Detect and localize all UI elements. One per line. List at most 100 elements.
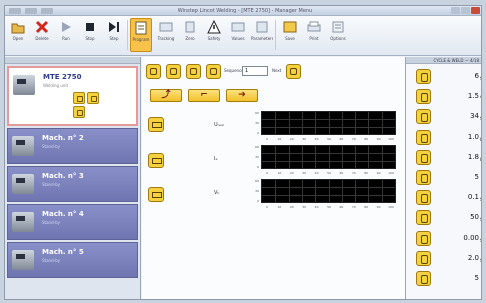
tool-button-4[interactable] [206, 64, 221, 79]
sequence-field[interactable]: 1 [242, 66, 268, 76]
parameter-icon[interactable] [416, 129, 431, 145]
plot-1-option-button[interactable] [148, 117, 164, 132]
plot-gridline [301, 180, 303, 202]
y-tick: 30 [255, 121, 259, 125]
next-sequence-button[interactable] [286, 64, 301, 79]
x-tick: 20 [289, 205, 294, 209]
close-button[interactable] [471, 7, 480, 14]
parameter-icon[interactable] [416, 230, 431, 246]
ribbon-label: Values [231, 36, 245, 41]
ribbon-tracking-button[interactable]: Tracking [155, 18, 177, 52]
parameter-icon[interactable] [416, 170, 431, 185]
ribbon-zero-button[interactable]: Zero [179, 18, 201, 52]
parameter-unit: s [480, 237, 481, 244]
parameter-value[interactable]: 1.8 [436, 153, 479, 161]
ribbon-values-button[interactable]: Values [227, 18, 249, 52]
machine-tool-button[interactable] [73, 106, 85, 118]
plot-gridline [368, 146, 370, 168]
parameter-icon[interactable] [416, 271, 431, 286]
ribbon-safety-button[interactable]: Safety [203, 18, 225, 52]
step-pulse-button[interactable]: ⌐ [188, 89, 220, 102]
machine-name: Mach. n° 3 [42, 172, 84, 180]
x-tick: 50 [327, 137, 331, 141]
sequence-label: Sequence [224, 68, 244, 73]
x-tick: 90 [376, 171, 381, 175]
parameter-icon[interactable] [416, 89, 431, 105]
parameter-value[interactable]: 2.0 [436, 254, 479, 262]
ribbon-label: Delete [35, 36, 49, 41]
x-tick: 20 [289, 171, 294, 175]
y-tick: 0 [257, 165, 259, 169]
ribbon-run-button[interactable]: Run [55, 18, 77, 52]
quick-access-undo[interactable] [25, 8, 37, 14]
parameter-icon[interactable] [416, 149, 431, 165]
plot-gridline [341, 180, 343, 202]
parameter-icon[interactable] [416, 210, 431, 226]
forward-button[interactable]: ➔ [226, 89, 258, 102]
tool-icon [150, 68, 157, 75]
x-tick: 40 [314, 171, 319, 175]
x-tick: 60 [339, 171, 344, 175]
plot-gridline [262, 153, 395, 154]
ribbon-options-button[interactable]: Options [327, 18, 349, 52]
machine-card[interactable]: Mach. n° 2 Stand-by [7, 128, 138, 164]
machine-tool-button[interactable] [87, 92, 99, 104]
parameter-value[interactable]: 1.0 [436, 133, 479, 141]
maximize-button[interactable] [461, 7, 470, 14]
ribbon-step-button[interactable]: Step [103, 18, 125, 52]
parameter-unit: s [480, 216, 481, 223]
x-tick: 90 [376, 137, 381, 141]
parameter-icon[interactable] [416, 109, 431, 125]
machine-card[interactable]: MTE 2750 Welding unit [7, 66, 138, 126]
ribbon-program-button[interactable]: Program [130, 18, 152, 52]
machine-card[interactable]: Mach. n° 3 Stand-by [7, 166, 138, 202]
plot-gridline [328, 180, 330, 202]
parameter-value[interactable]: 1.5 [436, 92, 479, 100]
machine-tool-button[interactable] [73, 92, 85, 104]
parameter-icon[interactable] [416, 190, 431, 206]
ramp-up-button[interactable]: ⤴ [150, 89, 182, 102]
parameter-value[interactable]: 5 [436, 173, 479, 181]
parameters-icon [256, 21, 268, 33]
parameter-value[interactable]: 5 [436, 274, 479, 282]
ribbon-label: Step [109, 36, 119, 41]
quick-access-redo[interactable] [41, 8, 53, 14]
plot-gridline [288, 180, 290, 202]
tool-button-3[interactable] [186, 64, 201, 79]
ribbon-delete-button[interactable]: Delete [31, 18, 53, 52]
ribbon-save-button[interactable]: Save [279, 18, 301, 52]
plot-current[interactable] [261, 145, 396, 169]
save-icon [283, 21, 297, 33]
tool-icon [210, 68, 217, 75]
zero-icon [185, 21, 195, 33]
ribbon-print-button[interactable]: Print [303, 18, 325, 52]
parameter-value[interactable]: 6 [436, 72, 479, 80]
plot-3-option-button[interactable] [148, 187, 164, 202]
tool-button-1[interactable] [146, 64, 161, 79]
plot-2-option-button[interactable] [148, 153, 164, 168]
plot-voltage[interactable] [261, 111, 396, 135]
plot-gridline [288, 112, 290, 134]
ribbon-open-button[interactable]: Open [7, 18, 29, 52]
ribbon-stop-button[interactable]: Stop [79, 18, 101, 52]
plot-wire-speed[interactable] [261, 179, 396, 203]
parameter-value[interactable]: 0.00 [436, 234, 479, 242]
stop-icon [86, 23, 94, 31]
parameter-value[interactable]: 0.1 [436, 193, 479, 201]
parameter-value[interactable]: 34 [436, 112, 479, 120]
plot-gridline [381, 112, 383, 134]
machine-card[interactable]: Mach. n° 4 Stand-by [7, 204, 138, 240]
parameter-value[interactable]: 50 [436, 213, 479, 221]
machine-card[interactable]: Mach. n° 5 Stand-by [7, 242, 138, 278]
tool-button-2[interactable] [166, 64, 181, 79]
quick-access-save[interactable] [9, 8, 21, 14]
x-tick: 0 [266, 205, 268, 209]
minimize-button[interactable] [451, 7, 460, 14]
plot-gridline [315, 146, 317, 168]
machine-status: Stand-by [42, 144, 60, 149]
parameter-unit: s [480, 75, 481, 82]
parameter-icon[interactable] [416, 250, 431, 266]
ribbon-label: Save [285, 36, 295, 41]
parameter-icon[interactable] [416, 69, 431, 84]
ribbon-parameters-button[interactable]: Parameters [251, 18, 273, 52]
